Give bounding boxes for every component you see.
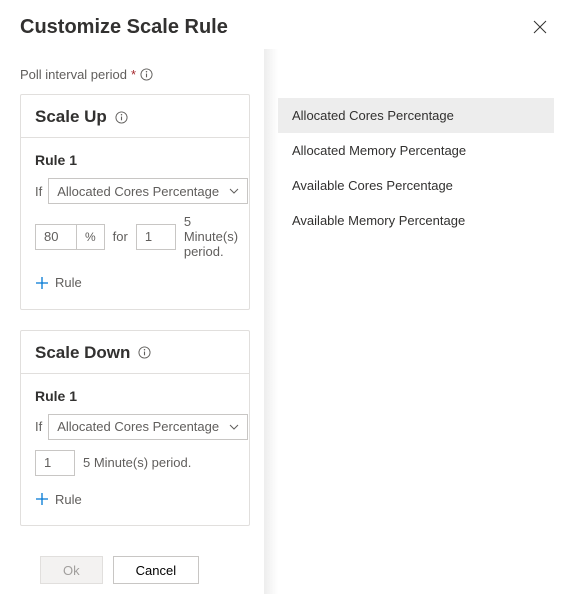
period-label: 5 Minute(s) period. [83,455,191,470]
threshold-unit: % [76,225,104,249]
plus-icon [35,492,49,506]
dropdown-item[interactable]: Allocated Cores Percentage [278,98,554,133]
add-rule-label: Rule [55,275,82,290]
scale-down-heading: Scale Down [35,343,130,363]
scale-up-heading: Scale Up [35,107,107,127]
dialog-title: Customize Scale Rule [20,16,228,39]
info-icon [140,68,153,81]
required-asterisk: * [131,67,136,82]
period-label: 5 Minute(s) period. [184,214,238,259]
dialog-footer: Ok Cancel [20,546,250,594]
if-row: If Allocated Cores Percentage [35,178,235,204]
scale-down-body: Rule 1 If Allocated Cores Percentage 5 M… [21,374,249,526]
threshold-input-wrap: % [35,224,105,250]
plus-icon [35,276,49,290]
add-rule-button[interactable]: Rule [35,273,82,292]
for-label: for [113,229,128,244]
threshold-row: 5 Minute(s) period. [35,450,235,476]
add-rule-button[interactable]: Rule [35,490,82,509]
close-button[interactable] [529,16,551,41]
dialog-header: Customize Scale Rule [0,0,571,49]
scale-down-head: Scale Down [21,331,249,374]
metric-dropdown-panel: Allocated Cores Percentage Allocated Mem… [278,98,554,238]
dropdown-item[interactable]: Allocated Memory Percentage [278,133,554,168]
poll-label: Poll interval period [20,67,127,82]
if-row: If Allocated Cores Percentage [35,414,235,440]
poll-interval-row: Poll interval period * [20,49,250,94]
dropdown-item[interactable]: Available Memory Percentage [278,203,554,238]
close-icon [533,20,547,34]
scale-up-body: Rule 1 If Allocated Cores Percentage % f… [21,138,249,309]
cancel-button[interactable]: Cancel [113,556,199,584]
scale-up-head: Scale Up [21,95,249,138]
if-label: If [35,184,42,199]
threshold-input[interactable] [36,229,76,244]
metric-select-value: Allocated Cores Percentage [57,419,219,434]
duration-input[interactable] [35,450,75,476]
dropdown-item[interactable]: Available Cores Percentage [278,168,554,203]
chevron-down-icon [229,422,239,432]
if-label: If [35,419,42,434]
threshold-row: % for 5 Minute(s) period. [35,214,235,259]
add-rule-label: Rule [55,492,82,507]
info-icon [115,111,128,124]
metric-select[interactable]: Allocated Cores Percentage [48,414,248,440]
scale-up-section: Scale Up Rule 1 If Allocated Cores Perce… [20,94,250,310]
info-icon [138,346,151,359]
duration-input[interactable] [136,224,176,250]
metric-select[interactable]: Allocated Cores Percentage [48,178,248,204]
ok-button[interactable]: Ok [40,556,103,584]
chevron-down-icon [229,186,239,196]
rule-title: Rule 1 [35,152,235,168]
left-panel: Poll interval period * Scale Up Rule 1 I… [0,49,270,594]
rule-title: Rule 1 [35,388,235,404]
scale-down-section: Scale Down Rule 1 If Allocated Cores Per… [20,330,250,527]
metric-select-value: Allocated Cores Percentage [57,184,219,199]
